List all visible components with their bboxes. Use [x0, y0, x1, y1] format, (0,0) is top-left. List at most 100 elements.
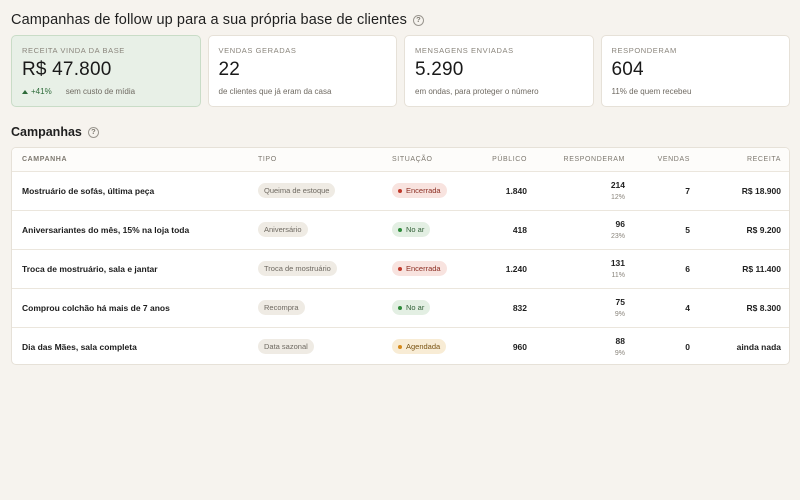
- trend-value: +41%: [31, 87, 52, 96]
- status-label: Encerrada: [406, 264, 441, 273]
- status-dot-icon: [398, 188, 402, 193]
- table-row[interactable]: Mostruário de sofás, última peça Queima …: [12, 171, 789, 211]
- card-vendas: VENDAS GERADAS 22 de clientes que já era…: [207, 35, 397, 107]
- type-tag: Queima de estoque: [258, 183, 336, 198]
- help-icon[interactable]: ?: [87, 126, 99, 138]
- card-sub-text: 11% de quem recebeu: [611, 87, 692, 96]
- metric-cards: RECEITA VINDA DA BASE R$ 47.800 +41% sem…: [11, 35, 790, 107]
- type-cell: Queima de estoque: [248, 171, 382, 211]
- responses-value: 88: [615, 336, 625, 347]
- section-title: Campanhas: [11, 125, 82, 139]
- status-label: Agendada: [406, 342, 441, 352]
- status-dot-icon: [398, 227, 402, 232]
- status-badge: No ar: [392, 222, 431, 237]
- sales-value: 6: [635, 249, 700, 289]
- audience-value: 418: [472, 210, 537, 250]
- arrow-up-icon: [22, 89, 28, 94]
- status-cell: No ar: [382, 210, 472, 250]
- responses-cell: 131 11%: [537, 249, 635, 289]
- revenue-value: R$ 11.400: [700, 249, 789, 289]
- section-header: Campanhas ?: [11, 125, 99, 139]
- type-cell: Troca de mostruário: [248, 249, 382, 289]
- card-value: 604: [611, 59, 644, 80]
- responses-cell: 214 12%: [537, 171, 635, 211]
- status-cell: Encerrada: [382, 171, 472, 211]
- status-cell: Encerrada: [382, 249, 472, 289]
- status-badge: Agendada: [392, 339, 447, 355]
- card-value: R$ 47.800: [22, 59, 112, 80]
- audience-value: 1.840: [472, 171, 537, 211]
- card-sub-text: em ondas, para proteger o número: [415, 87, 539, 96]
- col-header-publico[interactable]: PÚBLICO: [472, 148, 537, 172]
- card-responderam: RESPONDERAM 604 11% de quem recebeu: [600, 35, 790, 107]
- sales-value: 5: [635, 210, 700, 250]
- sales-value: 4: [635, 288, 700, 328]
- status-label: Encerrada: [406, 186, 441, 195]
- responses-cell: 96 23%: [537, 210, 635, 250]
- header: Campanhas de follow up para a sua própri…: [11, 12, 424, 28]
- campaign-name[interactable]: Troca de mostruário, sala e jantar: [12, 249, 248, 289]
- status-dot-icon: [398, 344, 402, 349]
- responses-percent: 9%: [614, 350, 625, 358]
- card-label: MENSAGENS ENVIADAS: [415, 46, 514, 55]
- campaign-name[interactable]: Comprou colchão há mais de 7 anos: [12, 288, 248, 328]
- responses-value: 75: [615, 297, 625, 307]
- audience-value: 960: [512, 341, 527, 352]
- type-tag: Data sazonal: [258, 339, 314, 355]
- responses-percent: 11%: [611, 272, 626, 279]
- campaigns-table: CAMPANHA TIPO SITUAÇÃO PÚBLICO RESPONDER…: [11, 147, 790, 365]
- type-cell: Data sazonal: [248, 327, 382, 364]
- status-label: No ar: [406, 303, 425, 312]
- campaign-name[interactable]: Aniversariantes do mês, 15% na loja toda: [12, 210, 248, 250]
- card-receita: RECEITA VINDA DA BASE R$ 47.800 +41% sem…: [11, 35, 201, 107]
- card-sub-text: de clientes que já eram da casa: [218, 87, 332, 96]
- status-dot-icon: [398, 305, 402, 310]
- type-tag: Troca de mostruário: [258, 261, 337, 276]
- status-cell: Agendada: [382, 327, 472, 364]
- col-header-responderam[interactable]: RESPONDERAM: [537, 148, 635, 172]
- col-header-situacao[interactable]: SITUAÇÃO: [382, 148, 472, 172]
- status-badge: Encerrada: [392, 261, 447, 276]
- card-value: 22: [218, 59, 241, 80]
- page-title: Campanhas de follow up para a sua própri…: [11, 12, 407, 28]
- campaign-name[interactable]: Mostruário de sofás, última peça: [12, 171, 248, 211]
- table-row[interactable]: Comprou colchão há mais de 7 anos Recomp…: [12, 288, 789, 328]
- help-icon[interactable]: ?: [412, 14, 424, 26]
- sales-value: 0: [685, 341, 690, 352]
- type-tag: Aniversário: [258, 222, 308, 237]
- revenue-value: ainda nada: [736, 341, 781, 352]
- responses-cell: 75 9%: [537, 288, 635, 328]
- col-header-vendas[interactable]: VENDAS: [635, 148, 700, 172]
- card-label: VENDAS GERADAS: [218, 46, 297, 55]
- status-cell: No ar: [382, 288, 472, 328]
- col-header-receita[interactable]: RECEITA: [700, 148, 789, 172]
- table-row[interactable]: Troca de mostruário, sala e jantar Troca…: [12, 249, 789, 289]
- responses-percent: 23%: [610, 233, 625, 240]
- col-header-tipo[interactable]: TIPO: [248, 148, 382, 172]
- type-tag: Recompra: [258, 300, 305, 315]
- responses-percent: 9%: [614, 311, 625, 318]
- responses-percent: 12%: [610, 194, 625, 201]
- col-header-campanha[interactable]: CAMPANHA: [12, 148, 248, 172]
- sales-value: 7: [635, 171, 700, 211]
- campaign-name[interactable]: Dia das Mães, sala completa: [12, 327, 248, 364]
- status-label: No ar: [406, 225, 425, 234]
- type-cell: Recompra: [248, 288, 382, 328]
- type-cell: Aniversário: [248, 210, 382, 250]
- responses-value: 131: [610, 258, 625, 268]
- card-sub: +41% sem custo de mídia: [22, 87, 190, 96]
- card-mensagens: MENSAGENS ENVIADAS 5.290 em ondas, para …: [404, 35, 594, 107]
- revenue-value: R$ 8.300: [700, 288, 789, 328]
- table-row[interactable]: Dia das Mães, sala completa Data sazonal…: [12, 327, 789, 364]
- trend-badge: +41%: [22, 87, 52, 96]
- audience-value: 832: [472, 288, 537, 328]
- card-value: 5.290: [415, 59, 464, 80]
- status-badge: No ar: [392, 300, 431, 315]
- responses-cell: 88 9%: [537, 327, 635, 364]
- status-badge: Encerrada: [392, 183, 447, 198]
- table-header-row: CAMPANHA TIPO SITUAÇÃO PÚBLICO RESPONDER…: [12, 148, 789, 172]
- card-sub-text: sem custo de mídia: [65, 87, 136, 96]
- audience-value: 1.240: [472, 249, 537, 289]
- table-row[interactable]: Aniversariantes do mês, 15% na loja toda…: [12, 210, 789, 250]
- status-dot-icon: [398, 266, 402, 271]
